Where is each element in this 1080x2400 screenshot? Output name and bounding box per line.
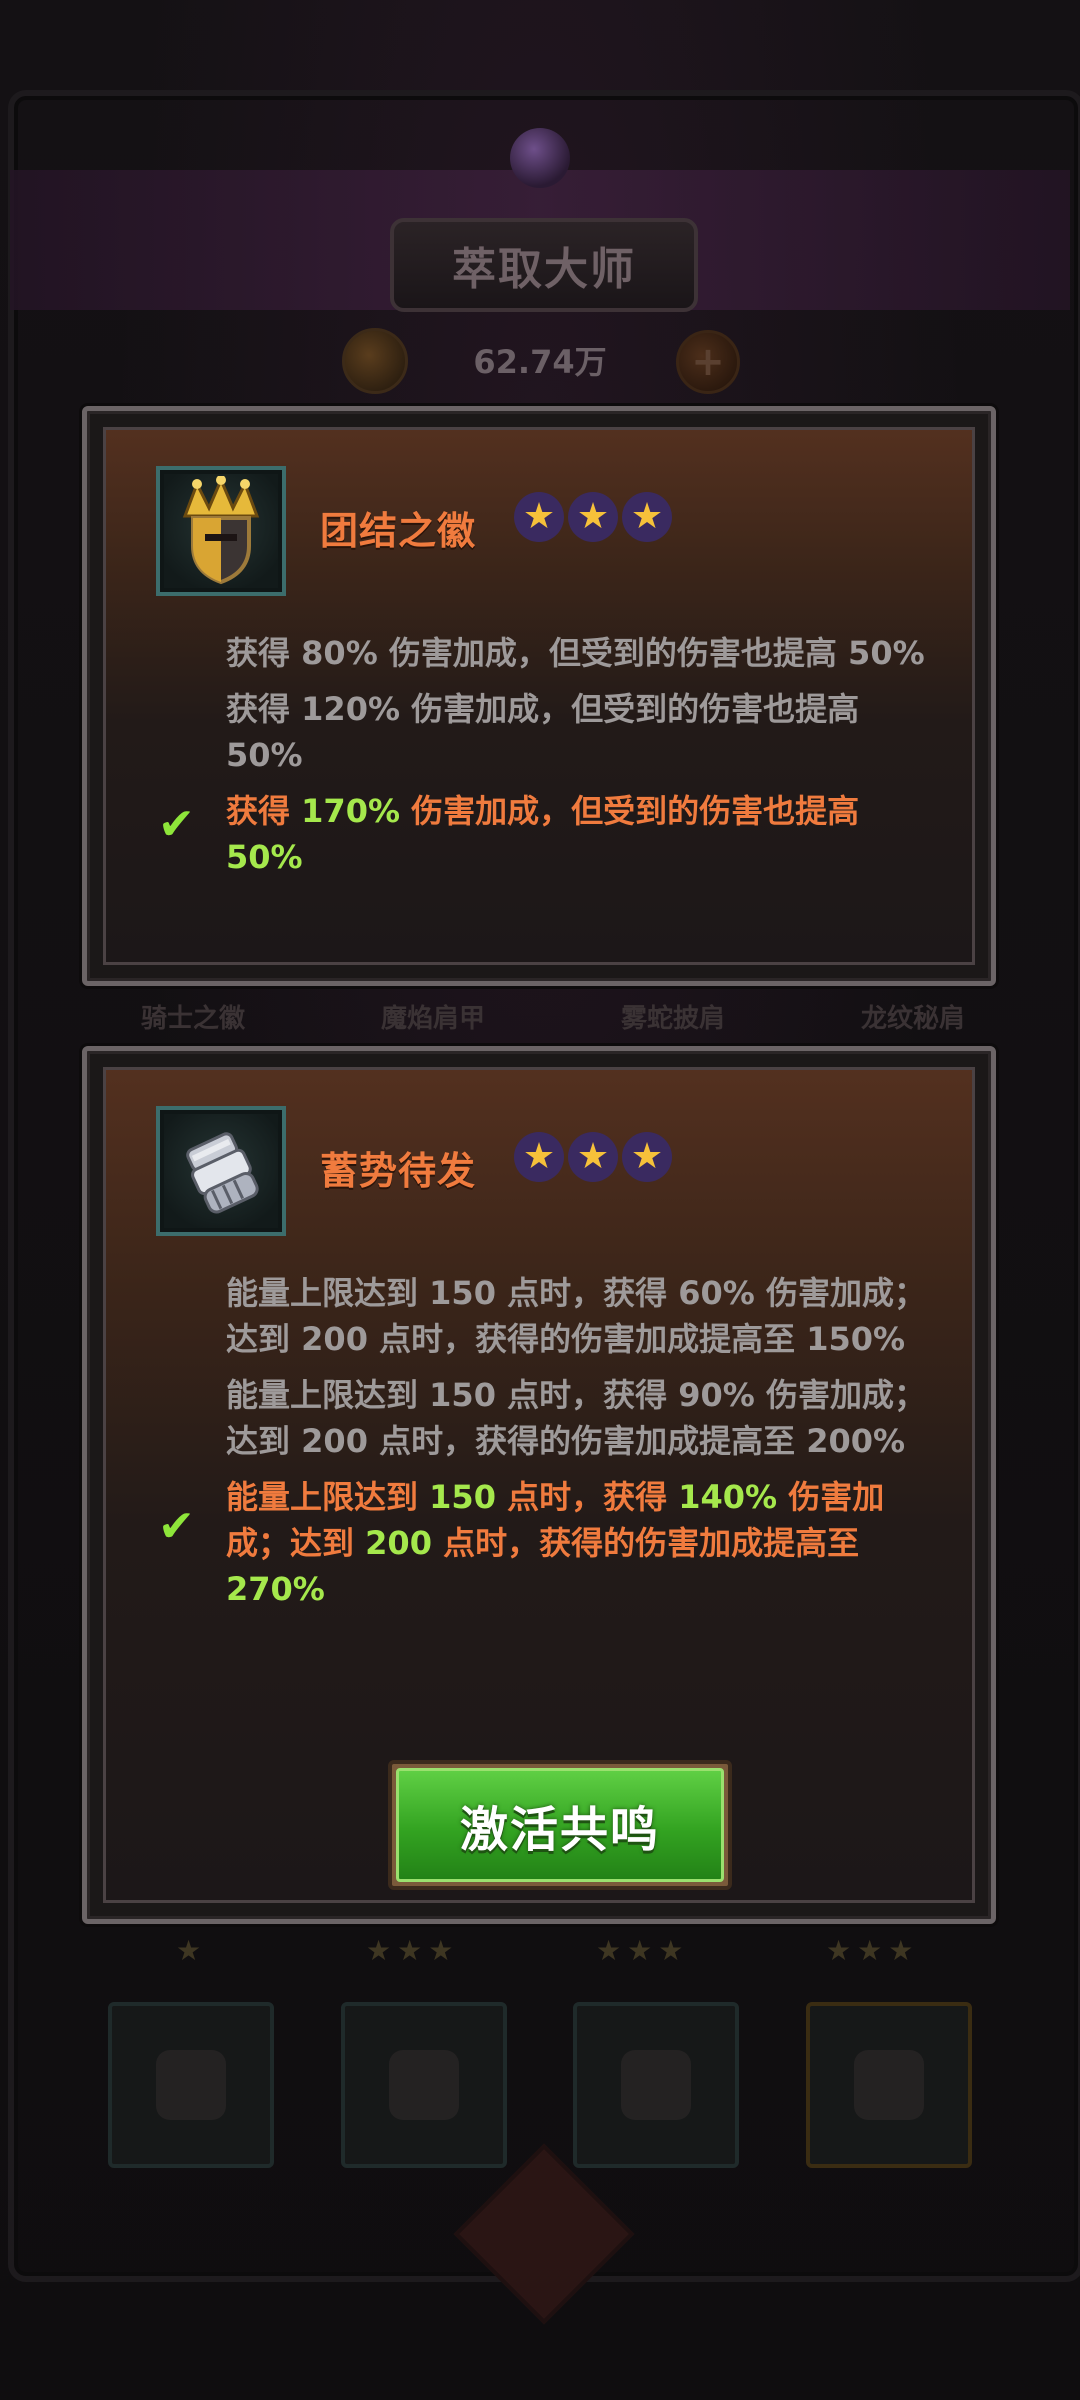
effect-value: 200% [806,1422,906,1460]
star-icon: ★ [568,1132,618,1182]
activate-resonance-label: 激活共鸣 [396,1768,724,1882]
resonance-card-2: 蓄势待发 ★ ★ ★ 能量上限达到 150 点时，获得 60% 伤害加成；达到 … [82,1046,996,1924]
effect-level-3: ✔ 获得 170% 伤害加成，但受到的伤害也提高 50% [158,788,932,880]
effect-text: 能量上限达到 [226,1274,430,1312]
item-name: 蓄势待发 [320,1149,477,1193]
equipment-label: 魔焰肩甲 [380,1004,485,1034]
slot-stars: ★★★ [366,1934,460,1967]
effect-value: 90% [678,1376,755,1414]
equipment-slot[interactable] [108,2002,274,2168]
effect-value: 150 [429,1478,496,1516]
effect-level-2: 能量上限达到 150 点时，获得 90% 伤害加成；达到 200 点时，获得的伤… [226,1372,932,1464]
glove-icon [621,2050,692,2120]
effect-levels: 获得 80% 伤害加成，但受到的伤害也提高 50% 获得 120% 伤害加成，但… [158,630,932,890]
effect-level-2: 获得 120% 伤害加成，但受到的伤害也提高 50% [226,686,932,778]
star-icon: ★ [568,492,618,542]
star-rating: ★ ★ ★ [514,1132,672,1192]
effect-value: 140% [678,1478,778,1516]
effect-value: 150 [429,1376,496,1414]
effect-text: 获得 [226,792,302,830]
effect-value: 50% [226,838,303,876]
effect-text: 点时，获得 [495,1274,679,1312]
equipment-label: 骑士之徽 [140,1004,245,1034]
effect-level-1: 获得 80% 伤害加成，但受到的伤害也提高 50% [226,630,932,676]
equipment-slot[interactable] [573,2002,740,2168]
effect-text: 获得 [226,634,302,672]
orb-icon [510,128,570,188]
effect-text: 点时，获得的伤害加成提高至 [367,1422,807,1460]
effect-value: 80% [301,634,378,672]
effect-value: 170% [301,792,401,830]
effect-text: 获得 [226,690,302,728]
effect-level-3: ✔ 能量上限达到 150 点时，获得 140% 伤害加成；达到 200 点时，获… [158,1474,932,1612]
slot-stars-row: ★ ★★★ ★★★ ★★★ [110,1934,1010,1974]
effect-value: 50% [226,736,303,774]
equipment-slot[interactable] [805,2002,972,2168]
star-icon: ★ [622,492,672,542]
star-rating: ★ ★ ★ [514,492,672,552]
effect-value: 50% [848,634,925,672]
crown-shield-icon [156,466,286,596]
effect-text: 伤害加成，但受到的伤害也提高 [400,792,860,830]
effect-text: 点时，获得 [495,1376,679,1414]
page-title: 萃取大师 [452,244,636,295]
effect-text: 点时，获得的伤害加成提高至 [367,1320,807,1358]
gauntlet-icon [156,1106,286,1236]
effect-value: 150 [429,1274,496,1312]
slot-stars: ★★★ [826,1934,920,1967]
star-icon: ★ [622,1132,672,1182]
star-icon: ★ [514,492,564,542]
effect-level-1: 能量上限达到 150 点时，获得 60% 伤害加成；达到 200 点时，获得的伤… [226,1270,932,1362]
equipment-labels: 骑士之徽 魔焰肩甲 雾蛇披肩 龙纹秘肩 [88,998,1018,1044]
activate-resonance-button[interactable]: 激活共鸣 [388,1760,732,1890]
feather-glove-icon [388,2050,459,2120]
effect-text: 能量上限达到 [226,1478,430,1516]
effect-text: 伤害加成，但受到的伤害也提高 [400,690,860,728]
plus-icon[interactable]: + [676,330,740,394]
effect-text: 点时，获得 [495,1478,679,1516]
effect-text: 伤害加成，但受到的伤害也提高 [377,634,849,672]
effect-text: 能量上限达到 [226,1376,430,1414]
resonance-card-1: 团结之徽 ★ ★ ★ 获得 80% 伤害加成，但受到的伤害也提高 50% 获得 … [82,406,996,986]
resonance-screen: 萃取大师 62.74万 + 骑士之徽 魔焰肩甲 雾蛇披肩 龙纹秘肩 ★ ★★★ … [0,0,1080,2400]
equipment-slot[interactable] [340,2002,507,2168]
slot-stars: ★★★ [596,1934,690,1967]
effect-value: 120% [301,690,401,728]
effect-value: 200 [365,1524,432,1562]
equipment-label: 龙纹秘肩 [860,1004,965,1034]
checkmark-icon: ✔ [158,1501,195,1552]
equipment-label: 雾蛇披肩 [620,1004,725,1034]
effect-text: 点时，获得的伤害加成提高至 [431,1524,860,1562]
item-name: 团结之徽 [320,509,477,553]
currency-amount: 62.74万 [473,343,607,381]
effect-levels: 能量上限达到 150 点时，获得 60% 伤害加成；达到 200 点时，获得的伤… [158,1270,932,1622]
checkmark-icon: ✔ [158,799,195,850]
title-plate: 萃取大师 [390,218,698,312]
slot-stars: ★ [176,1934,208,1967]
effect-value: 60% [678,1274,755,1312]
effect-value: 270% [226,1570,325,1608]
amulet-icon [853,2050,924,2120]
gauntlet-icon [156,2050,226,2120]
card-inner: 蓄势待发 ★ ★ ★ 能量上限达到 150 点时，获得 60% 伤害加成；达到 … [103,1067,975,1903]
effect-value: 200 [301,1422,368,1460]
star-icon: ★ [514,1132,564,1182]
card-inner: 团结之徽 ★ ★ ★ 获得 80% 伤害加成，但受到的伤害也提高 50% 获得 … [103,427,975,965]
effect-value: 150% [806,1320,906,1358]
effect-value: 200 [301,1320,368,1358]
